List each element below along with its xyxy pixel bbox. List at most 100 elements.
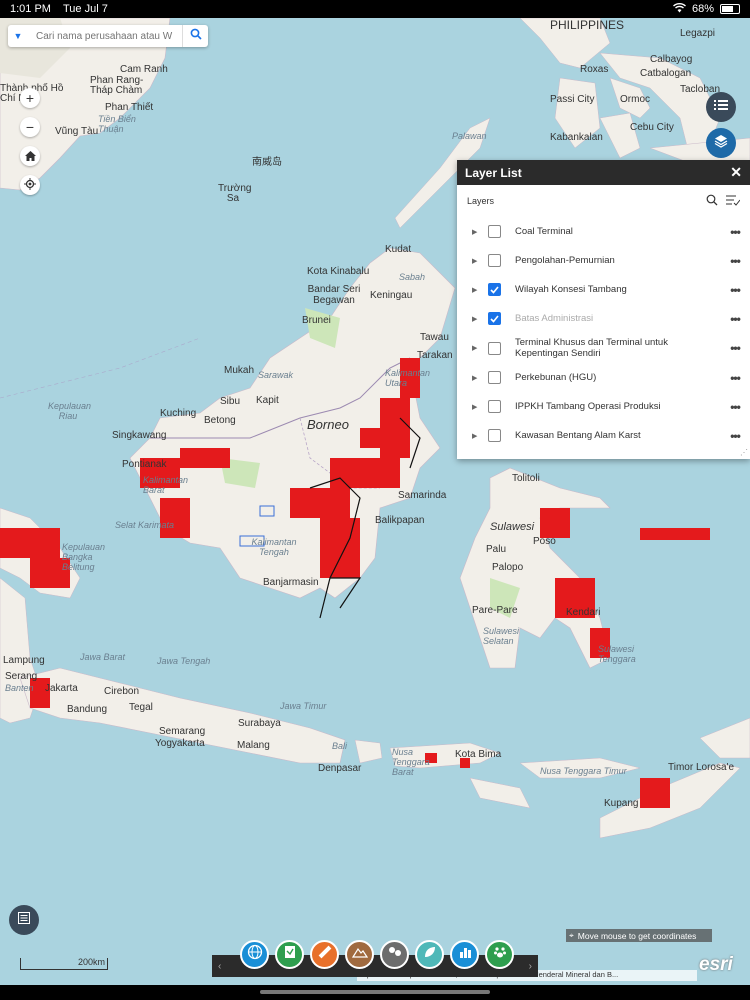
map-label: Malang xyxy=(237,740,270,751)
map-label: Jawa Tengah xyxy=(157,656,211,666)
map-label: Banten xyxy=(5,683,34,693)
paw-widget-button[interactable] xyxy=(485,940,514,969)
status-bar: 1:01 PM Tue Jul 7 68% xyxy=(0,0,750,18)
map-label: Cebu City xyxy=(630,122,674,133)
layer-row[interactable]: ▶ Pengolahan-Pemurnian ••• xyxy=(457,246,750,275)
map-label: Bandung xyxy=(67,704,108,715)
layer-row[interactable]: ▶ Coal Terminal ••• xyxy=(457,217,750,246)
coordinate-widget[interactable]: ⌖ Move mouse to get coordinates xyxy=(566,929,712,942)
expand-caret-icon[interactable]: ▶ xyxy=(472,344,478,352)
status-time: 1:01 PM xyxy=(10,3,51,15)
layers-people-widget-button[interactable] xyxy=(380,940,409,969)
map-label: Kalimantan Utara xyxy=(385,368,431,388)
layer-list-panel: Layer List ✕ Layers ▶ Coal Terminal ••• ▶ Pe… xyxy=(457,160,750,459)
layer-label: Kawasan Bentang Alam Karst xyxy=(515,430,641,441)
map-label: Phan Rang-Tháp Chàm xyxy=(90,75,144,96)
chevron-left-icon[interactable]: ‹ xyxy=(218,961,221,972)
expand-caret-icon[interactable]: ▶ xyxy=(472,286,478,294)
layer-list-button[interactable] xyxy=(706,128,736,158)
layer-row[interactable]: ▶ Batas Administrasi ••• xyxy=(457,304,750,333)
layer-row[interactable]: ▶ Perkebunan (HGU) ••• xyxy=(457,363,750,392)
search-input[interactable] xyxy=(28,30,182,42)
legend-button[interactable] xyxy=(706,92,736,122)
ruler-icon xyxy=(317,944,333,965)
layer-visibility-checkbox[interactable] xyxy=(488,225,501,238)
map-label: Nusa Tenggara Barat xyxy=(392,747,430,777)
layer-visibility-checkbox[interactable] xyxy=(488,341,501,355)
map-label: Calbayog xyxy=(650,54,693,65)
minus-icon: − xyxy=(25,119,35,135)
layer-options-icon[interactable]: ••• xyxy=(720,400,750,414)
layer-label: Wilayah Konsesi Tambang xyxy=(515,284,627,295)
map-label: Serang xyxy=(5,671,38,682)
layer-label: Batas Administrasi xyxy=(515,313,594,324)
layer-visibility-checkbox[interactable] xyxy=(488,254,501,267)
map-label: Poso xyxy=(533,536,556,547)
map-label: Yogyakarta xyxy=(155,738,205,749)
expand-caret-icon[interactable]: ▶ xyxy=(472,374,478,382)
close-icon[interactable]: ✕ xyxy=(730,164,742,181)
layer-options-icon[interactable]: ••• xyxy=(720,312,750,326)
layer-row[interactable]: ▶ Kawasan Bentang Alam Karst ••• xyxy=(457,421,750,450)
chevron-right-icon[interactable]: › xyxy=(529,961,532,972)
home-icon xyxy=(24,148,36,164)
crosshair-icon: ⌖ xyxy=(569,930,574,940)
map-label: Kepulauan Bangka Belitung xyxy=(62,542,106,572)
layer-label: IPPKH Tambang Operasi Produksi xyxy=(515,401,661,412)
zoom-in-button[interactable]: + xyxy=(20,88,40,108)
zoom-out-button[interactable]: − xyxy=(20,117,40,137)
leaf-widget-button[interactable] xyxy=(415,940,444,969)
battery-level: 68% xyxy=(691,3,714,15)
widget-toolbar-icons xyxy=(240,940,514,969)
expand-caret-icon[interactable]: ▶ xyxy=(472,315,478,323)
search-button[interactable] xyxy=(182,25,208,47)
layer-row[interactable]: ▶ IPPKH Tambang Operasi Produksi ••• xyxy=(457,392,750,421)
expand-caret-icon[interactable]: ▶ xyxy=(472,432,478,440)
basemap-gallery-button[interactable] xyxy=(9,905,39,935)
chart-widget-button[interactable] xyxy=(450,940,479,969)
layer-options-icon[interactable]: ••• xyxy=(720,254,750,268)
map-label: Jawa Timur xyxy=(280,701,327,711)
map-label: Palopo xyxy=(492,562,524,573)
document-icon xyxy=(283,944,297,965)
paw-icon xyxy=(493,945,507,964)
layer-row[interactable]: ▶ Wilayah Konsesi Tambang ••• xyxy=(457,275,750,304)
layer-options-icon[interactable]: ••• xyxy=(720,283,750,297)
map-label: Singkawang xyxy=(112,430,167,441)
map-label: Tolitoli xyxy=(512,473,540,484)
layers-label: Layers xyxy=(467,196,495,206)
resize-handle-icon[interactable]: ⋰ xyxy=(740,448,748,457)
map-label: Kupang xyxy=(604,798,639,809)
layer-options-icon[interactable]: ••• xyxy=(720,341,750,355)
map-label: Palu xyxy=(486,544,507,555)
map-label: Cam Ranh xyxy=(120,64,168,75)
layer-options-icon[interactable]: ••• xyxy=(720,225,750,239)
layer-row[interactable]: ▶ Terminal Khusus dan Terminal untuk Kepe… xyxy=(457,333,750,363)
layer-options-icon[interactable]: ••• xyxy=(720,371,750,385)
map-label: Keningau xyxy=(370,290,413,301)
leaf-icon xyxy=(423,945,437,964)
locate-button[interactable] xyxy=(20,175,40,195)
layer-visibility-checkbox[interactable] xyxy=(488,371,501,384)
layer-visibility-checkbox[interactable] xyxy=(488,312,501,325)
layer-visibility-checkbox[interactable] xyxy=(488,429,501,442)
layer-options-icon[interactable]: ••• xyxy=(720,429,750,443)
map-label: Cirebon xyxy=(104,686,140,697)
expand-caret-icon[interactable]: ▶ xyxy=(472,228,478,236)
search-source-dropdown[interactable]: ▼ xyxy=(8,31,28,41)
document-widget-button[interactable] xyxy=(275,940,304,969)
layer-visibility-checkbox[interactable] xyxy=(488,400,501,413)
ruler-widget-button[interactable] xyxy=(310,940,339,969)
expand-caret-icon[interactable]: ▶ xyxy=(472,257,478,265)
map-label: Sulawesi Tenggara xyxy=(598,644,636,664)
expand-caret-icon[interactable]: ▶ xyxy=(472,403,478,411)
mountain-widget-button[interactable] xyxy=(345,940,374,969)
map-label: Thành phố Hồ Chí Minh xyxy=(0,83,64,104)
map-label: Kudat xyxy=(385,244,412,255)
search-icon[interactable] xyxy=(706,194,718,208)
globe-widget-button[interactable] xyxy=(240,940,269,969)
home-button[interactable] xyxy=(20,146,40,166)
filter-list-icon[interactable] xyxy=(726,194,741,208)
panel-title: Layer List xyxy=(465,165,522,180)
layer-visibility-checkbox[interactable] xyxy=(488,283,501,296)
